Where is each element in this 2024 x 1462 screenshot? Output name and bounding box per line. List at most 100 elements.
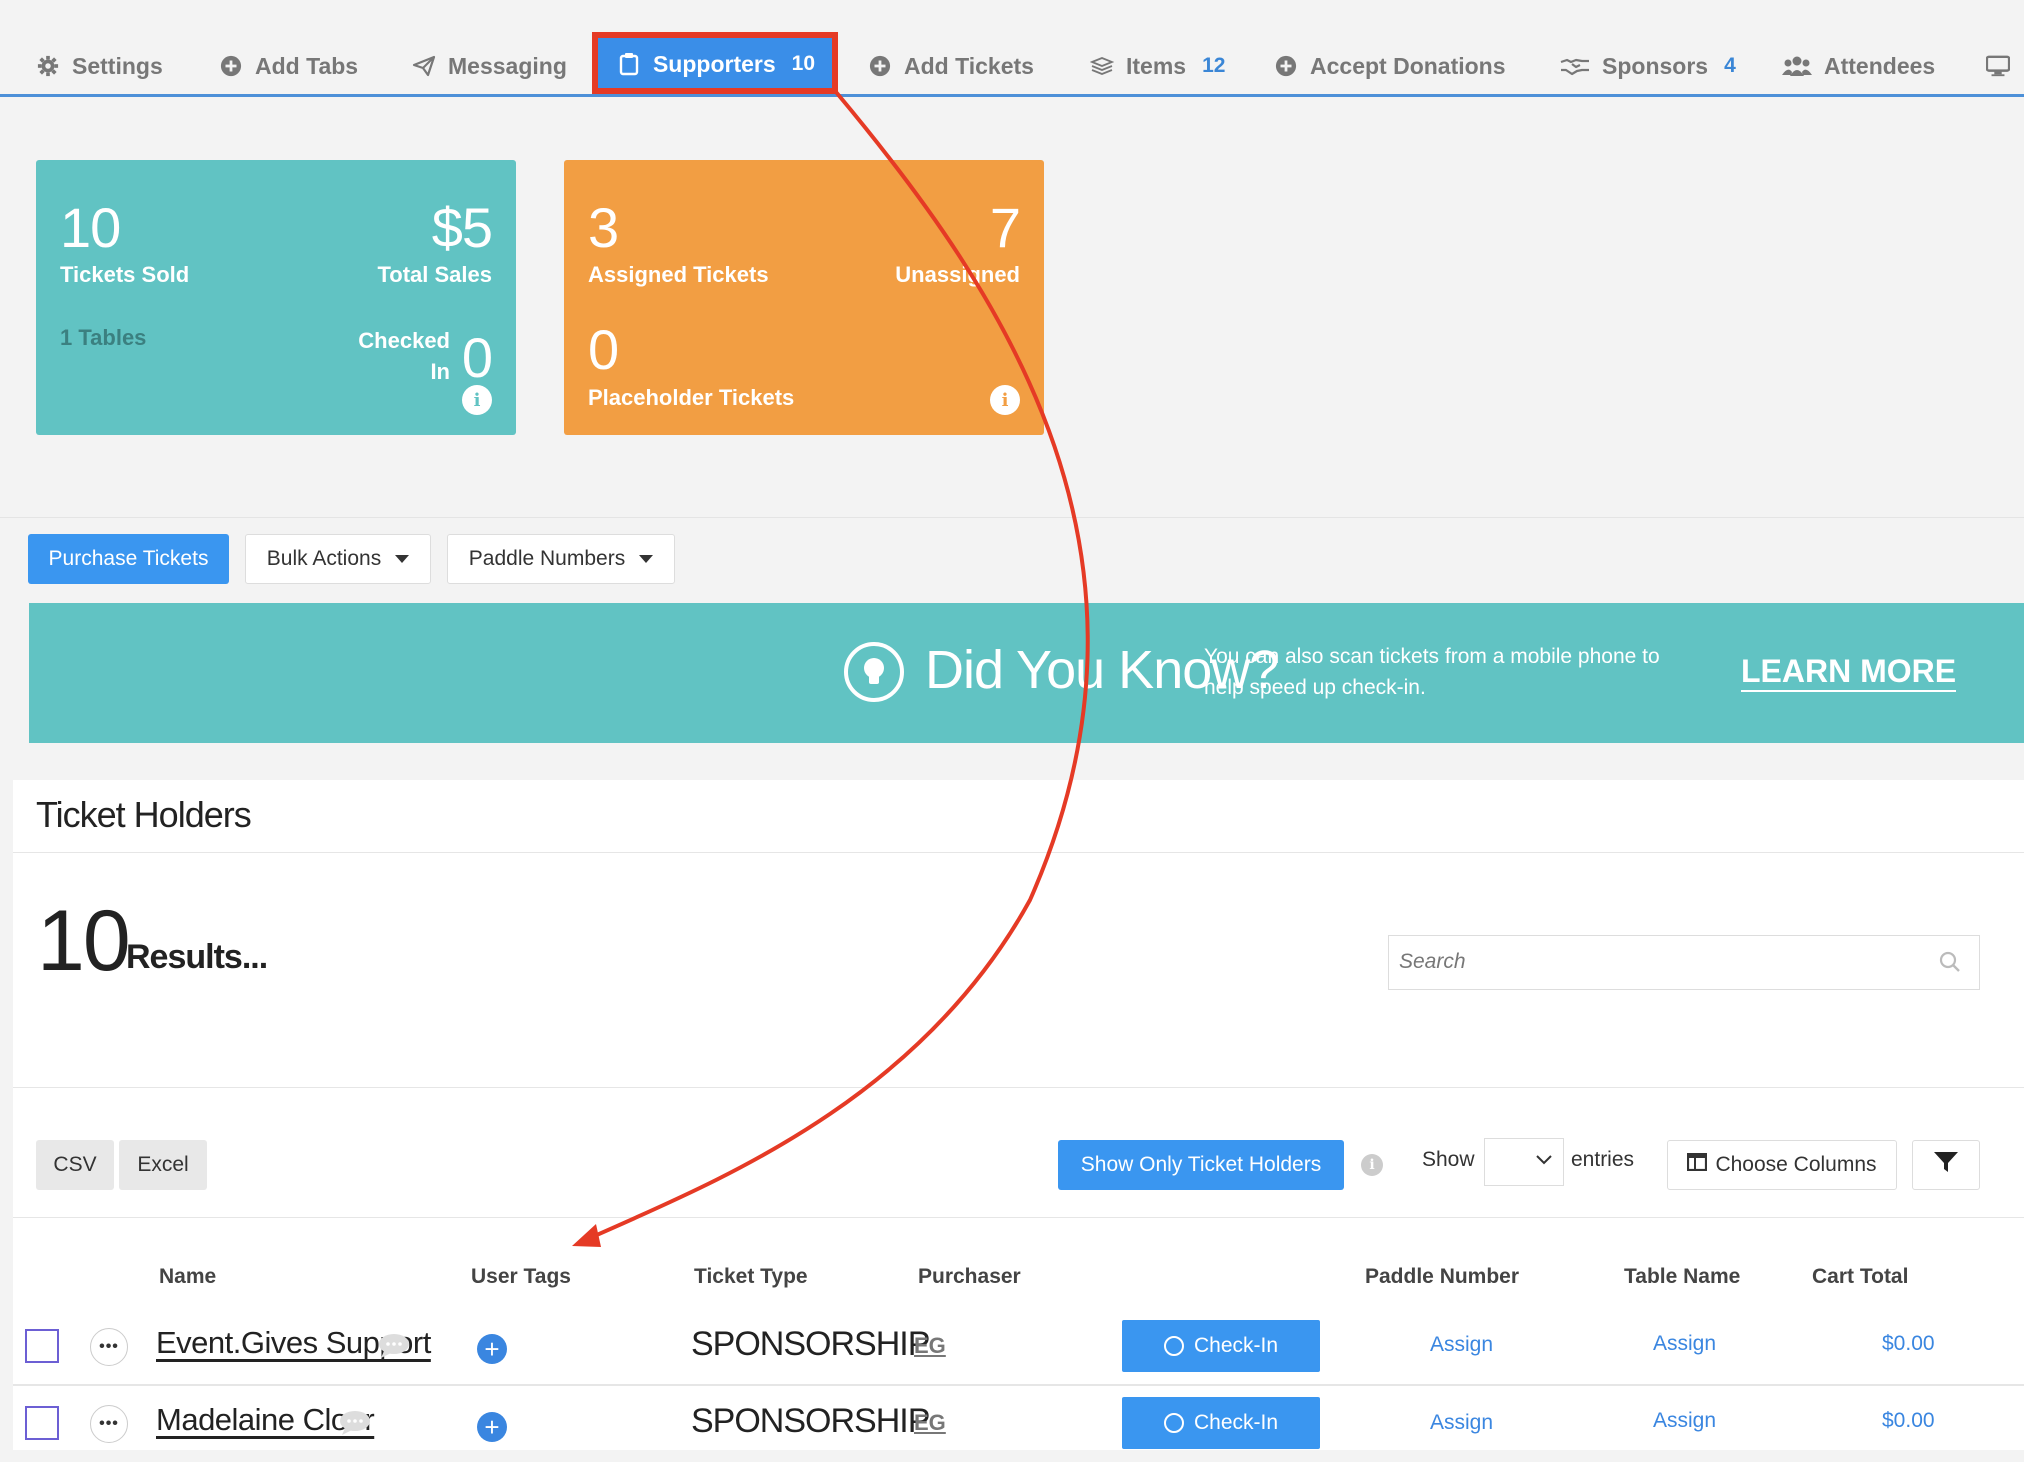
placeholder-tickets-value: 0 — [588, 318, 619, 381]
tab-accept-donations[interactable]: Accept Donations — [1274, 44, 1506, 88]
purchaser-initials-link[interactable]: EG — [914, 1333, 946, 1359]
cart-total-link[interactable]: $0.00 — [1882, 1409, 1935, 1433]
placeholder-tickets-label: Placeholder Tickets — [588, 385, 795, 410]
caret-down-icon — [639, 555, 654, 563]
info-icon[interactable]: i — [1361, 1154, 1383, 1176]
excel-export-button[interactable]: Excel — [119, 1140, 207, 1190]
results-count: 10 — [37, 893, 131, 989]
tab-label: Attendees — [1824, 52, 1936, 79]
show-label: Show — [1422, 1148, 1475, 1171]
entries-label: entries — [1571, 1148, 1635, 1171]
did-you-know-banner: Did You Know? You can also scan tickets … — [29, 603, 2024, 743]
unassigned-tickets-value: 7 — [989, 196, 1021, 259]
column-header-cart-total[interactable]: Cart Total — [1812, 1265, 1908, 1289]
cart-total-link[interactable]: $0.00 — [1882, 1332, 1935, 1356]
panel-title: Ticket Holders — [36, 794, 252, 835]
tab-attendees[interactable]: Attendees — [1782, 44, 1935, 88]
tab-messaging[interactable]: Messaging — [412, 44, 567, 88]
column-header-user-tags[interactable]: User Tags — [471, 1265, 571, 1289]
show-only-ticket-holders-button[interactable]: Show Only Ticket Holders — [1058, 1140, 1344, 1190]
check-in-label: Check-In — [1193, 1334, 1279, 1357]
tickets-sold-value: 10 — [60, 196, 121, 259]
purchase-tickets-button[interactable]: Purchase Tickets — [28, 534, 229, 584]
checked-in-value: 0 — [461, 326, 493, 389]
circle-icon — [1163, 1336, 1184, 1356]
column-header-purchaser[interactable]: Purchaser — [918, 1265, 1021, 1289]
choose-columns-button[interactable]: Choose Columns — [1667, 1140, 1897, 1190]
check-in-label: Check-In — [1193, 1411, 1279, 1434]
tab-label: Add Tabs — [255, 52, 359, 79]
tab-add-tabs[interactable]: Add Tabs — [219, 44, 358, 88]
assign-paddle-link[interactable]: Assign — [1430, 1411, 1493, 1435]
gear-icon — [36, 54, 60, 78]
circle-icon — [1163, 1413, 1184, 1433]
unassigned-tickets-label: Unassigned — [895, 262, 1020, 287]
paper-plane-icon — [412, 54, 436, 78]
assign-table-link[interactable]: Assign — [1653, 1409, 1716, 1433]
search-input[interactable] — [1389, 936, 1901, 988]
total-sales-label: Total Sales — [377, 262, 492, 287]
row-actions-menu[interactable]: ••• — [90, 1405, 128, 1443]
paddle-numbers-dropdown[interactable]: Paddle Numbers — [447, 534, 675, 584]
column-header-paddle-number[interactable]: Paddle Number — [1365, 1265, 1519, 1289]
lightbulb-icon — [843, 641, 904, 702]
column-header-table-name[interactable]: Table Name — [1624, 1265, 1740, 1289]
entries-select[interactable] — [1484, 1138, 1564, 1186]
columns-icon — [1687, 1152, 1708, 1177]
tab-label: Settings — [72, 52, 163, 79]
comment-icon[interactable] — [339, 1410, 371, 1436]
tab-label: Sponsors — [1602, 52, 1709, 79]
row-checkbox[interactable] — [25, 1329, 59, 1363]
tab-add-tickets[interactable]: Add Tickets — [868, 44, 1034, 88]
row-actions-menu[interactable]: ••• — [90, 1328, 128, 1366]
chevron-down-icon — [1535, 1153, 1553, 1171]
learn-more-link[interactable]: LEARN MORE — [1741, 653, 1957, 692]
tab-label: Add Tickets — [904, 52, 1034, 79]
tab-display[interactable] — [1986, 44, 2010, 88]
info-icon[interactable]: i — [462, 385, 492, 415]
divider — [13, 1217, 2024, 1218]
assign-paddle-link[interactable]: Assign — [1430, 1333, 1493, 1357]
plus-circle-icon — [219, 54, 243, 78]
checked-in-label: Checked In — [358, 328, 450, 384]
layers-icon — [1090, 54, 1114, 78]
search-icon[interactable] — [1939, 951, 1961, 978]
ticket-assignment-card: 3 Assigned Tickets 7 Unassigned 0 Placeh… — [564, 160, 1044, 435]
paddle-numbers-label: Paddle Numbers — [468, 547, 626, 570]
csv-export-button[interactable]: CSV — [36, 1140, 114, 1190]
bulk-actions-label: Bulk Actions — [266, 547, 382, 570]
users-icon — [1782, 54, 1812, 78]
column-header-name[interactable]: Name — [159, 1265, 216, 1289]
info-icon[interactable]: i — [990, 385, 1020, 415]
did-you-know-text: You can also scan tickets from a mobile … — [1204, 645, 1660, 699]
divider — [13, 1087, 2024, 1088]
plus-circle-icon — [1274, 54, 1298, 78]
filter-button[interactable] — [1912, 1140, 1980, 1190]
choose-columns-label: Choose Columns — [1715, 1153, 1877, 1176]
tickets-sold-label: Tickets Sold — [60, 262, 190, 287]
sales-summary-card: 10 Tickets Sold $5 Total Sales 1 Tables … — [36, 160, 516, 435]
assigned-tickets-label: Assigned Tickets — [588, 262, 769, 287]
column-header-ticket-type[interactable]: Ticket Type — [694, 1265, 808, 1289]
bulk-actions-dropdown[interactable]: Bulk Actions — [245, 534, 431, 584]
add-user-tag-button[interactable]: + — [477, 1334, 507, 1364]
filter-icon — [1933, 1150, 1959, 1180]
assigned-tickets-value: 3 — [588, 196, 619, 259]
row-checkbox[interactable] — [25, 1406, 59, 1440]
add-user-tag-button[interactable]: + — [477, 1412, 507, 1442]
plus-circle-icon — [868, 54, 892, 78]
tab-settings[interactable]: Settings — [36, 44, 163, 88]
tab-items[interactable]: Items 12 — [1090, 44, 1225, 88]
purchaser-initials-link[interactable]: EG — [914, 1410, 946, 1436]
tab-label: Messaging — [448, 52, 567, 79]
comment-icon[interactable] — [378, 1333, 410, 1359]
caret-down-icon — [395, 555, 410, 563]
check-in-button[interactable]: Check-In — [1122, 1320, 1320, 1372]
tab-sponsors[interactable]: Sponsors 4 — [1560, 44, 1736, 88]
search-box — [1388, 935, 1980, 990]
tab-count-badge: 4 — [1724, 54, 1736, 77]
panel-header: Ticket Holders — [13, 780, 2024, 853]
check-in-button[interactable]: Check-In — [1122, 1397, 1320, 1449]
tables-count-label: 1 Tables — [60, 325, 147, 350]
assign-table-link[interactable]: Assign — [1653, 1332, 1716, 1356]
